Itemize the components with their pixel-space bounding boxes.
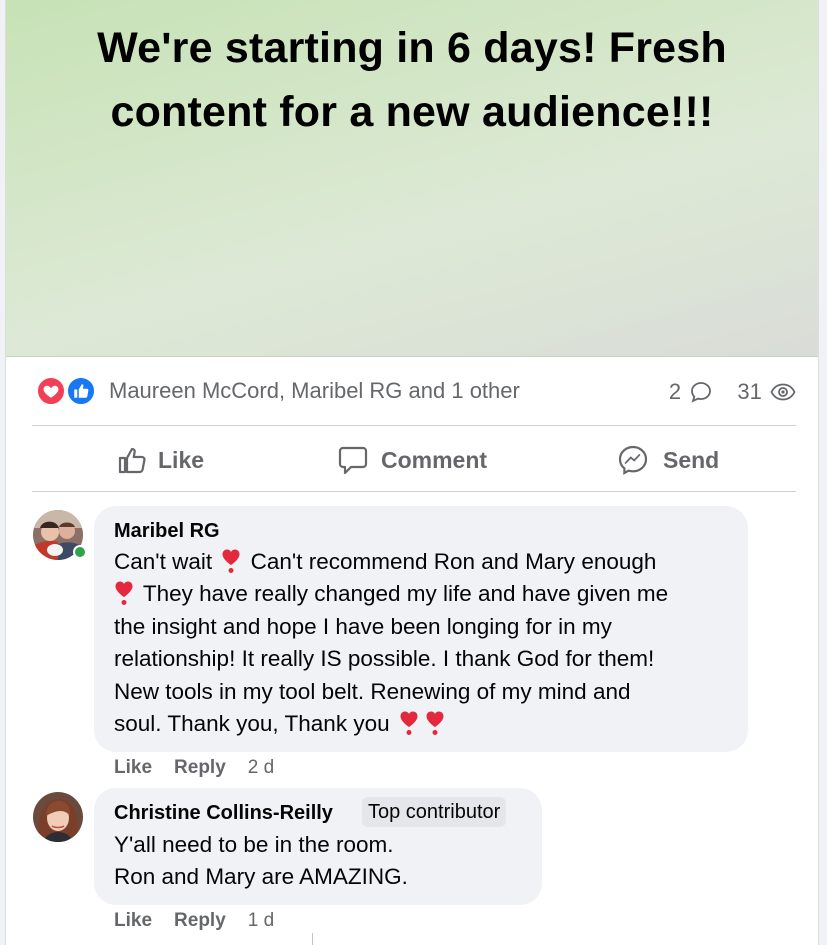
comment-bubble-maribel: Maribel RG Can't wait Can't recommend Ro… xyxy=(94,506,748,752)
heart-exclamation-icon xyxy=(400,711,418,736)
comment-text: Y'all need to be in the room. Ron and Ma… xyxy=(114,829,534,894)
comments-count: 2 xyxy=(668,379,682,405)
comment-button-label: Comment xyxy=(381,447,488,473)
thumbs-up-icon xyxy=(118,447,146,474)
divider-bottom xyxy=(32,491,796,492)
comment-timestamp[interactable]: 2 d xyxy=(248,757,274,778)
page-background: We're starting in 6 days! Fresh content … xyxy=(0,0,827,945)
heart-exclamation-icon xyxy=(426,711,444,736)
comment-meta-maribel: Like Reply 2 d xyxy=(114,757,296,779)
reactions-summary: Maureen McCord, Maribel RG and 1 other 2… xyxy=(36,370,796,412)
send-button[interactable]: Send xyxy=(617,444,737,476)
comment-author[interactable]: Maribel RG xyxy=(114,520,220,543)
eye-icon xyxy=(770,383,796,401)
like-button[interactable]: Like xyxy=(116,444,216,476)
comment-line: soul. Thank you, Thank you xyxy=(114,708,739,740)
send-button-label: Send xyxy=(663,447,720,473)
comment-text-part: Can't recommend Ron and Mary enough xyxy=(250,549,657,574)
comment-text: Can't wait Can't recommend Ron and Mary … xyxy=(114,546,739,740)
heart-exclamation-icon xyxy=(222,549,240,573)
comments-count-button[interactable]: 2 xyxy=(669,379,713,405)
comment-text-part: They have really changed my life and hav… xyxy=(142,581,669,607)
comment-icon xyxy=(691,382,712,403)
post-text: We're starting in 6 days! Fresh content … xyxy=(6,16,818,144)
comment-bubble-christine: Christine Collins-Reilly Top contributor… xyxy=(94,788,542,905)
comment-button[interactable]: Comment xyxy=(337,444,507,476)
comment-text-part: soul. Thank you, Thank you xyxy=(114,711,390,737)
like-reaction-icon xyxy=(66,376,96,406)
comment-line: New tools in my tool belt. Renewing of m… xyxy=(114,678,631,704)
reaction-icons[interactable] xyxy=(36,376,102,406)
messenger-icon xyxy=(618,445,648,475)
comment-timestamp[interactable]: 1 d xyxy=(248,910,274,931)
comment-author[interactable]: Christine Collins-Reilly xyxy=(114,802,333,825)
post-text-line-2: content for a new audience!!! xyxy=(110,88,714,136)
divider-top xyxy=(32,425,796,426)
heart-exclamation-icon xyxy=(115,581,133,606)
comment-line: the insight and hope I have been longing… xyxy=(114,613,612,639)
post-card: We're starting in 6 days! Fresh content … xyxy=(5,0,819,945)
online-status-indicator xyxy=(73,545,87,559)
comment-text-part: Can't wait xyxy=(114,549,213,574)
post-text-background: We're starting in 6 days! Fresh content … xyxy=(6,0,818,357)
comment-like-button[interactable]: Like xyxy=(114,757,152,778)
comment-reply-button[interactable]: Reply xyxy=(174,757,226,778)
avatar-christine[interactable] xyxy=(33,792,83,842)
comment-like-button[interactable]: Like xyxy=(114,910,152,931)
comment-line: Can't wait Can't recommend Ron and Mary … xyxy=(114,546,739,578)
views-count: 31 xyxy=(737,379,762,405)
comment-reply-button[interactable]: Reply xyxy=(174,910,226,931)
post-action-bar: Like Comment Send xyxy=(32,428,796,490)
views-count-button[interactable]: 31 xyxy=(737,379,796,405)
love-reaction-icon xyxy=(36,376,66,406)
separator-mark xyxy=(312,933,313,945)
engagement-counts: 2 31 xyxy=(651,378,796,405)
like-button-label: Like xyxy=(158,447,205,473)
comment-line: Ron and Mary are AMAZING. xyxy=(114,864,408,890)
comment-meta-christine: Like Reply 1 d xyxy=(114,910,296,932)
comment-bubble-icon xyxy=(338,446,368,475)
comment-line: They have really changed my life and hav… xyxy=(114,578,739,610)
reactors-names[interactable]: Maureen McCord, Maribel RG and 1 other xyxy=(109,378,520,404)
comment-line: Y'all need to be in the room. xyxy=(114,832,394,857)
comment-line: relationship! It really IS possible. I t… xyxy=(114,646,655,672)
post-text-line-1: We're starting in 6 days! Fresh xyxy=(97,24,727,72)
top-contributor-badge[interactable]: Top contributor xyxy=(362,797,507,827)
